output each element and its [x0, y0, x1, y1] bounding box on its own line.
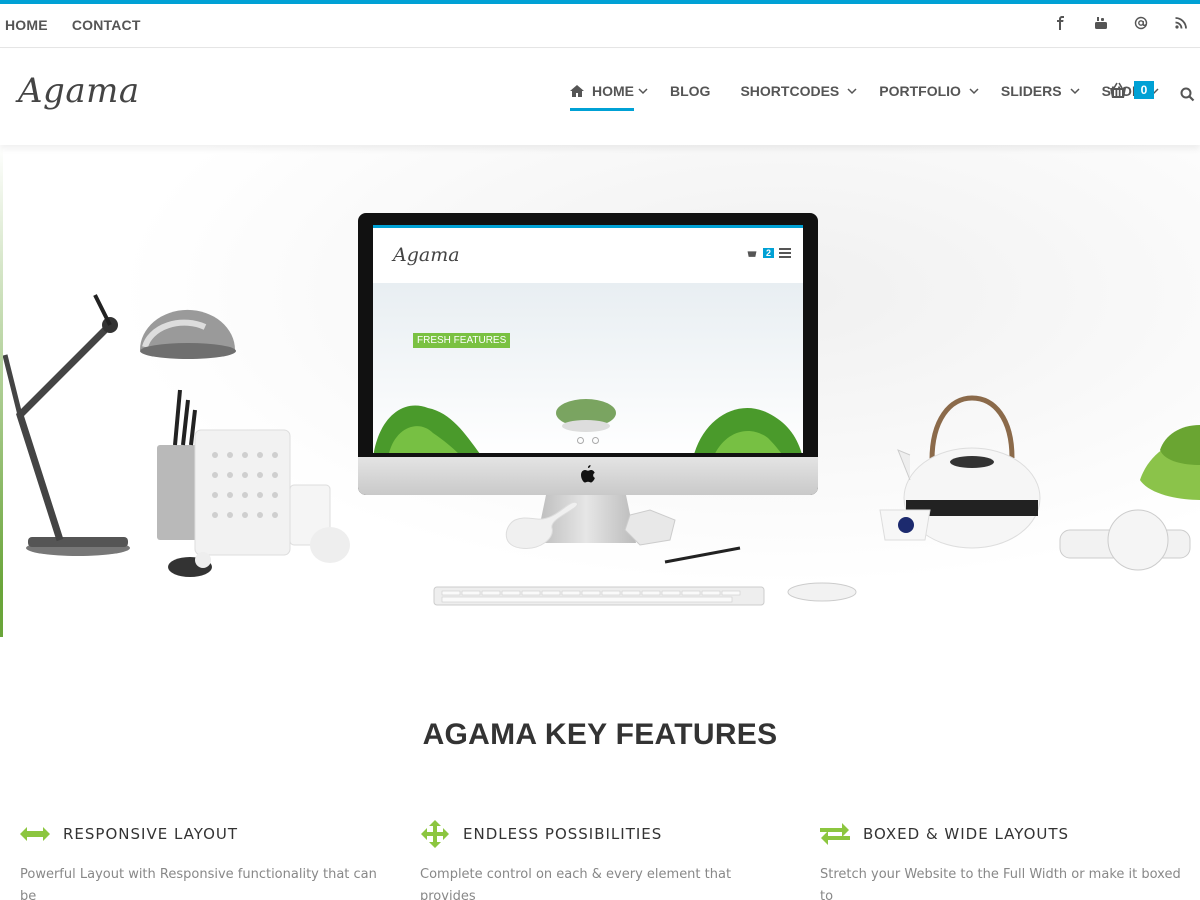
top-bar: HOME CONTACT — [0, 4, 1200, 48]
basket-icon — [1110, 82, 1126, 98]
teapot-image — [879, 395, 1200, 571]
nav-item-portfolio[interactable]: PORTFOLIO — [879, 83, 979, 99]
chevron-down-icon — [847, 88, 857, 95]
feature-endless-possibilities: ENDLESS POSSIBILITIES Complete control o… — [420, 820, 790, 900]
main-nav: HOME BLOG SHORTCODES PORTFOLIO SLIDERS S… — [570, 83, 1181, 111]
feature-title: BOXED & WIDE LAYOUTS — [820, 820, 1190, 848]
home-icon — [570, 85, 584, 97]
menu-icon — [779, 248, 791, 258]
monitor-screen: Agama 2 FRESH FEATURES — [373, 225, 803, 453]
feature-title-text: RESPONSIVE LAYOUT — [63, 825, 239, 843]
features-title: AGAMA KEY FEATURES — [422, 718, 778, 751]
nav-item-sliders[interactable]: SLIDERS — [1001, 83, 1080, 99]
nav-item-label: BLOG — [670, 83, 711, 99]
site-logo[interactable]: Agama — [18, 71, 140, 111]
nav-item-label: HOME — [592, 83, 634, 99]
chevron-down-icon — [969, 88, 979, 95]
feature-boxed-wide-layouts: BOXED & WIDE LAYOUTS Stretch your Websit… — [820, 820, 1190, 900]
nav-item-shortcodes[interactable]: SHORTCODES — [740, 83, 857, 99]
cart-button[interactable]: 0 — [1108, 81, 1154, 100]
youtube-icon[interactable] — [1092, 16, 1110, 34]
site-header: Agama HOME BLOG SHORTCODES PORTFOLIO SLI… — [0, 49, 1200, 145]
feature-title: RESPONSIVE LAYOUT — [20, 820, 390, 848]
move-arrows-icon — [421, 820, 449, 848]
apple-logo-icon — [581, 465, 595, 483]
desk-accessories-image — [433, 501, 857, 606]
hero-left-edge — [0, 145, 3, 637]
slider-dots[interactable] — [577, 437, 599, 444]
feature-description: Complete control on each & every element… — [420, 867, 732, 900]
facebook-icon[interactable] — [1052, 16, 1070, 34]
screen-header-icons: 2 — [746, 248, 791, 258]
chevron-down-icon — [1070, 88, 1080, 95]
screen-slide-tag: FRESH FEATURES — [413, 333, 511, 348]
desk-vases-image — [157, 389, 350, 577]
nav-item-label: PORTFOLIO — [879, 83, 961, 99]
feature-title-text: BOXED & WIDE LAYOUTS — [863, 825, 1070, 843]
nav-item-home[interactable]: HOME — [570, 83, 634, 111]
feature-title: ENDLESS POSSIBILITIES — [420, 820, 790, 848]
chevron-down-icon[interactable] — [638, 86, 648, 96]
screen-cart-badge: 2 — [762, 248, 774, 258]
top-nav-home-link[interactable]: HOME — [5, 17, 48, 33]
top-nav-contact-link[interactable]: CONTACT — [72, 17, 141, 33]
feature-title-text: ENDLESS POSSIBILITIES — [463, 825, 663, 843]
search-icon[interactable] — [1180, 87, 1195, 102]
feature-description: Powerful Layout with Responsive function… — [20, 867, 377, 900]
social-links — [1052, 16, 1190, 34]
rss-icon[interactable] — [1172, 16, 1190, 34]
feature-responsive-layout: RESPONSIVE LAYOUT Powerful Layout with R… — [20, 820, 390, 900]
hero-monitor: Agama 2 FRESH FEATURES — [358, 213, 818, 495]
horizontal-arrows-icon — [20, 827, 50, 841]
nav-item-label: SLIDERS — [1000, 83, 1062, 99]
basket-icon — [747, 251, 757, 257]
screen-slide: FRESH FEATURES — [373, 283, 803, 453]
top-nav: HOME CONTACT — [5, 17, 141, 33]
swap-arrows-icon — [820, 823, 850, 845]
at-icon[interactable] — [1132, 16, 1150, 34]
nav-item-blog[interactable]: BLOG — [670, 83, 710, 99]
feature-description: Stretch your Website to the Full Width o… — [820, 867, 1181, 900]
nav-item-label: SHORTCODES — [740, 83, 840, 99]
hero-slider: Agama 2 FRESH FEATURES — [0, 145, 1200, 637]
cart-count-badge: 0 — [1134, 81, 1154, 99]
screen-logo: Agama — [393, 244, 460, 266]
